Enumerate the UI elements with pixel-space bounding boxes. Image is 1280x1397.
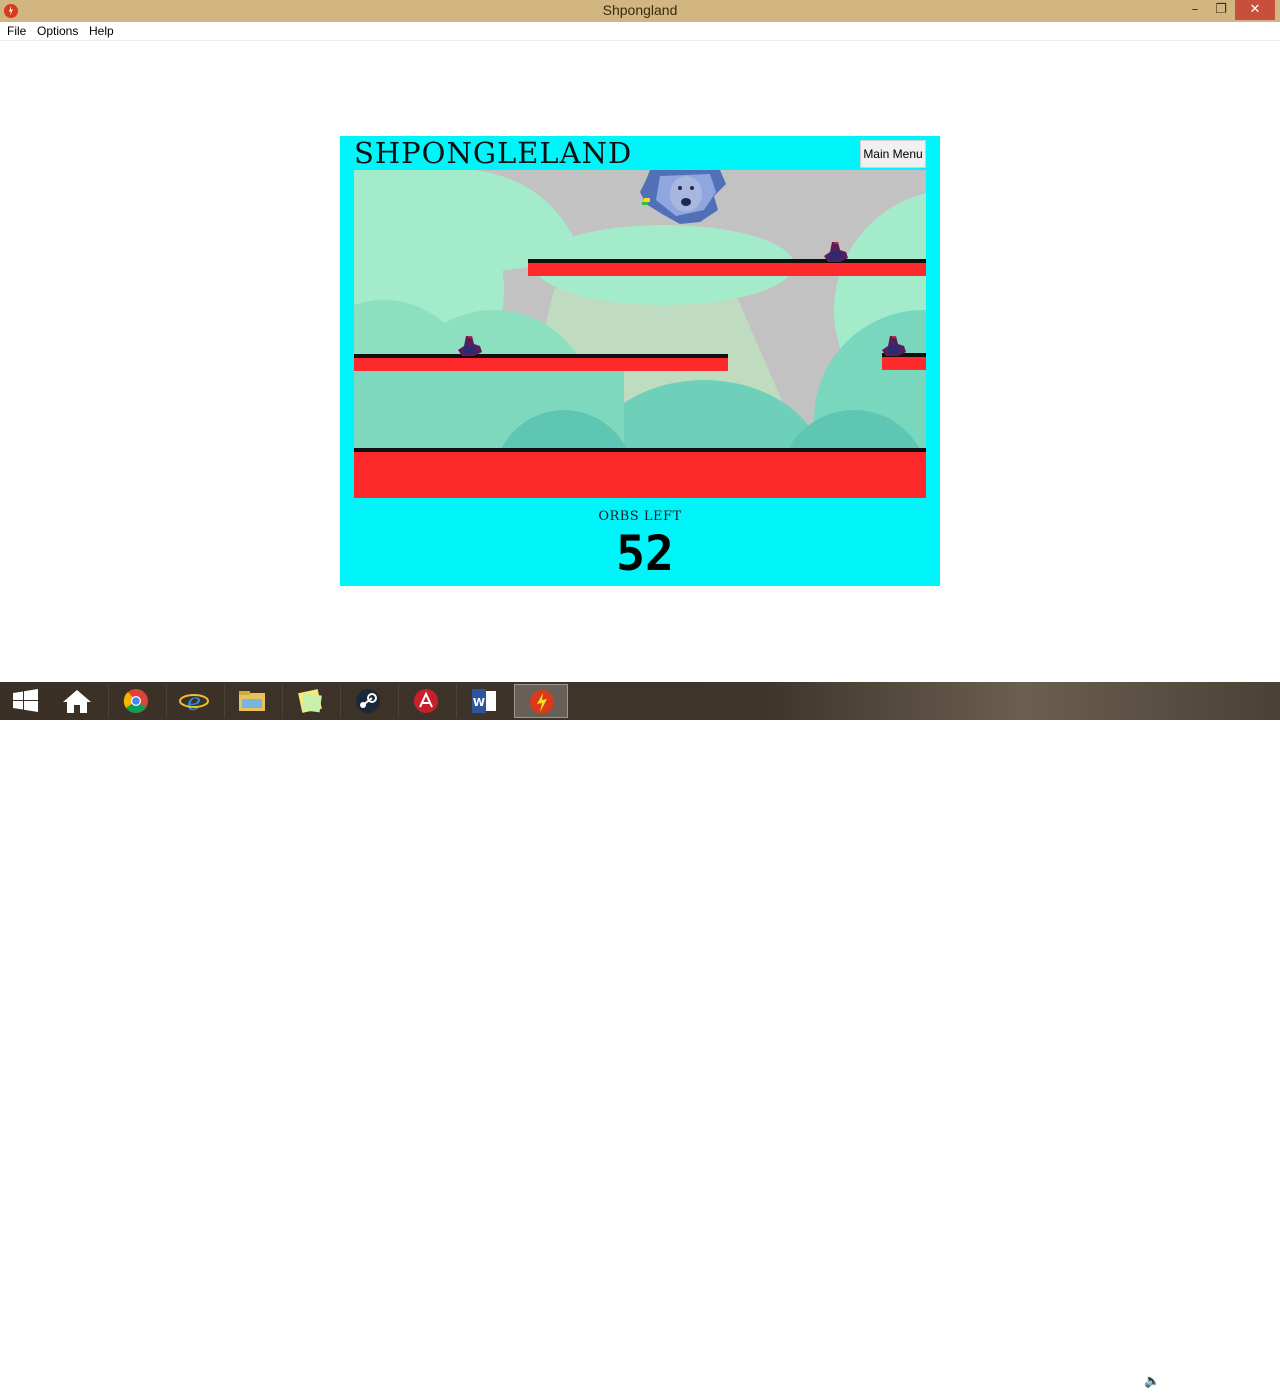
volume-icon[interactable]: 🔈	[1144, 1374, 1160, 1389]
menu-options[interactable]: Options	[37, 24, 78, 38]
taskbar-home[interactable]	[50, 684, 104, 718]
platform-upper	[528, 259, 926, 276]
steam-icon	[356, 689, 380, 713]
taskbar-game-app[interactable]	[514, 684, 568, 718]
sticky-notes-icon	[298, 689, 322, 713]
svg-text:W: W	[473, 696, 485, 709]
start-button[interactable]	[0, 684, 54, 718]
taskbar-file-explorer[interactable]	[224, 684, 279, 718]
taskbar-chrome[interactable]	[108, 684, 163, 718]
game-title: SHPONGLELAND	[354, 136, 643, 172]
clock-time: 20:12	[1222, 1370, 1250, 1382]
keyboard-layout: INTL	[1170, 1384, 1194, 1396]
orbs-left-label: ORBS LEFT	[598, 509, 682, 524]
taskbar-sticky-notes[interactable]	[282, 684, 337, 718]
taskbar-ie[interactable]: e	[166, 684, 221, 718]
minimize-button[interactable]: –	[1181, 0, 1209, 20]
play-area[interactable]	[354, 170, 926, 498]
window-title: Shpongland	[602, 2, 678, 18]
taskbar: e W ▲ ▯ ▮ 🔈 ENG INTL 20:12 31/08/2016	[0, 682, 1280, 1396]
tray-overflow-icon[interactable]: ▲	[1100, 1377, 1108, 1390]
svg-text:e: e	[187, 688, 201, 715]
internet-explorer-icon: e	[179, 688, 209, 715]
game-frame: SHPONGLELAND Main Menu ORBS LEFT 52	[340, 136, 940, 586]
ground-platform	[354, 448, 926, 498]
orbs-left-count: 52	[616, 526, 674, 582]
windows-start-icon	[13, 689, 38, 712]
word-icon: W	[472, 689, 496, 713]
input-language-indicator[interactable]: ENG INTL	[1170, 1369, 1194, 1397]
clock[interactable]: 20:12 31/08/2016	[1206, 1369, 1266, 1397]
main-menu-button[interactable]: Main Menu	[860, 140, 926, 168]
menu-bar: File Options Help	[0, 22, 1280, 41]
taskbar-word[interactable]: W	[456, 684, 511, 718]
clock-date: 31/08/2016	[1208, 1384, 1264, 1396]
game-app-icon	[530, 690, 554, 714]
menu-file[interactable]: File	[7, 24, 26, 38]
restore-button[interactable]: ❐	[1207, 0, 1235, 20]
language-code: ENG	[1170, 1370, 1194, 1382]
network-icon[interactable]: ▮	[1130, 1374, 1137, 1389]
game-scene	[354, 170, 926, 498]
window-titlebar: Shpongland – ❐ ✕	[0, 0, 1280, 22]
menu-help[interactable]: Help	[89, 24, 114, 38]
taskbar-steam[interactable]	[340, 684, 395, 718]
adobe-icon	[414, 689, 438, 713]
home-icon	[63, 690, 91, 713]
power-icon[interactable]: ▯	[1120, 1374, 1127, 1389]
platform-middle-left	[354, 354, 728, 371]
file-explorer-icon	[239, 691, 265, 711]
chrome-icon	[123, 689, 148, 713]
close-button[interactable]: ✕	[1235, 0, 1275, 20]
taskbar-adobe[interactable]	[398, 684, 453, 718]
